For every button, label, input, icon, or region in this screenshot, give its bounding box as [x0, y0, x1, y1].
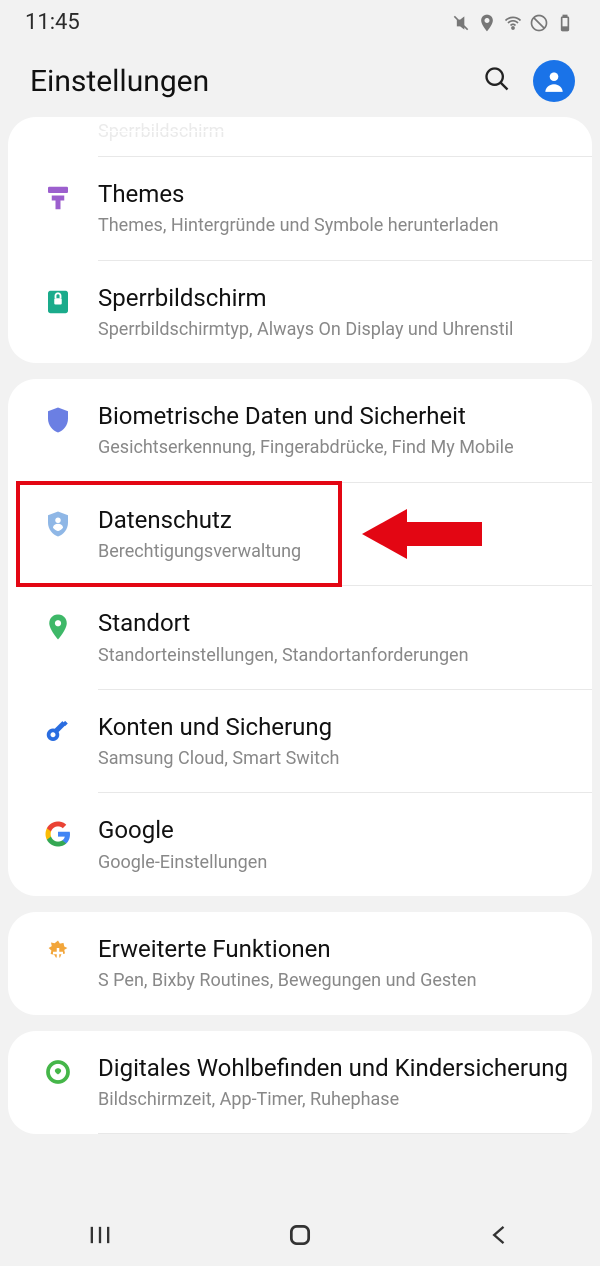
themes-icon	[43, 183, 73, 213]
home-button[interactable]	[250, 1222, 350, 1248]
settings-group-3: Erweiterte Funktionen S Pen, Bixby Routi…	[8, 912, 592, 1015]
item-title: Google	[98, 815, 572, 846]
account-avatar[interactable]	[533, 60, 575, 102]
location-icon	[43, 612, 73, 642]
person-icon	[541, 68, 567, 94]
item-subtitle: Standorteinstellungen, Standortanforderu…	[98, 644, 572, 667]
settings-group-4: Digitales Wohlbefinden und Kindersicheru…	[8, 1031, 592, 1135]
lock-icon	[43, 287, 73, 317]
search-icon	[483, 65, 511, 93]
status-time: 11:45	[25, 10, 80, 35]
back-icon	[486, 1221, 514, 1249]
item-subtitle: Bildschirmzeit, App-Timer, Ruhephase	[98, 1088, 572, 1111]
item-subtitle: Berechtigungsverwaltung	[98, 540, 572, 563]
item-subtitle: Samsung Cloud, Smart Switch	[98, 747, 572, 770]
item-subtitle: Themes, Hintergründe und Symbole herunte…	[98, 214, 572, 237]
wellbeing-icon	[43, 1057, 73, 1087]
settings-content: Sperrbildschirm Themes Themes, Hintergrü…	[0, 117, 600, 1197]
settings-item-lockscreen[interactable]: Sperrbildschirm Sperrbildschirmtyp, Alwa…	[8, 261, 592, 364]
settings-item-biometrics[interactable]: Biometrische Daten und Sicherheit Gesich…	[8, 379, 592, 482]
no-sim-icon	[529, 13, 549, 33]
google-icon	[43, 819, 73, 849]
search-button[interactable]	[483, 65, 511, 97]
recent-icon	[86, 1221, 114, 1249]
settings-item-privacy[interactable]: Datenschutz Berechtigungsverwaltung	[8, 483, 592, 586]
recent-apps-button[interactable]	[50, 1221, 150, 1249]
divider	[98, 1133, 592, 1134]
settings-item-advanced[interactable]: Erweiterte Funktionen S Pen, Bixby Routi…	[8, 912, 592, 1015]
settings-group-2: Biometrische Daten und Sicherheit Gesich…	[8, 379, 592, 896]
partial-row: Sperrbildschirm	[8, 117, 592, 156]
item-title: Biometrische Daten und Sicherheit	[98, 401, 572, 432]
status-icons	[451, 13, 575, 33]
status-bar: 11:45	[0, 0, 600, 40]
back-button[interactable]	[450, 1221, 550, 1249]
app-header: Einstellungen	[0, 40, 600, 117]
location-status-icon	[477, 13, 497, 33]
item-title: Digitales Wohlbefinden und Kindersicheru…	[98, 1053, 572, 1084]
item-subtitle: Sperrbildschirmtyp, Always On Display un…	[98, 318, 572, 341]
cut-label: Sperrbildschirm	[98, 121, 224, 142]
item-title: Themes	[98, 179, 572, 210]
settings-item-accounts[interactable]: Konten und Sicherung Samsung Cloud, Smar…	[8, 690, 592, 793]
item-title: Standort	[98, 608, 572, 639]
navigation-bar	[0, 1204, 600, 1266]
settings-group-1: Sperrbildschirm Themes Themes, Hintergrü…	[8, 117, 592, 363]
item-title: Konten und Sicherung	[98, 712, 572, 743]
item-subtitle: Google-Einstellungen	[98, 851, 572, 874]
item-subtitle: Gesichtserkennung, Fingerabdrücke, Find …	[98, 436, 572, 459]
mute-icon	[451, 13, 471, 33]
item-subtitle: S Pen, Bixby Routines, Bewegungen und Ge…	[98, 969, 572, 992]
item-title: Datenschutz	[98, 505, 572, 536]
shield-person-icon	[43, 509, 73, 539]
wifi-icon	[503, 13, 523, 33]
settings-item-themes[interactable]: Themes Themes, Hintergründe und Symbole …	[8, 157, 592, 260]
settings-item-google[interactable]: Google Google-Einstellungen	[8, 793, 592, 896]
item-title: Sperrbildschirm	[98, 283, 572, 314]
settings-item-wellbeing[interactable]: Digitales Wohlbefinden und Kindersicheru…	[8, 1031, 592, 1134]
page-title: Einstellungen	[30, 64, 209, 99]
key-icon	[43, 716, 73, 746]
home-icon	[287, 1222, 313, 1248]
settings-item-location[interactable]: Standort Standorteinstellungen, Standort…	[8, 586, 592, 689]
shield-icon	[43, 405, 73, 435]
gear-plus-icon	[43, 938, 73, 968]
item-title: Erweiterte Funktionen	[98, 934, 572, 965]
battery-icon	[555, 13, 575, 33]
